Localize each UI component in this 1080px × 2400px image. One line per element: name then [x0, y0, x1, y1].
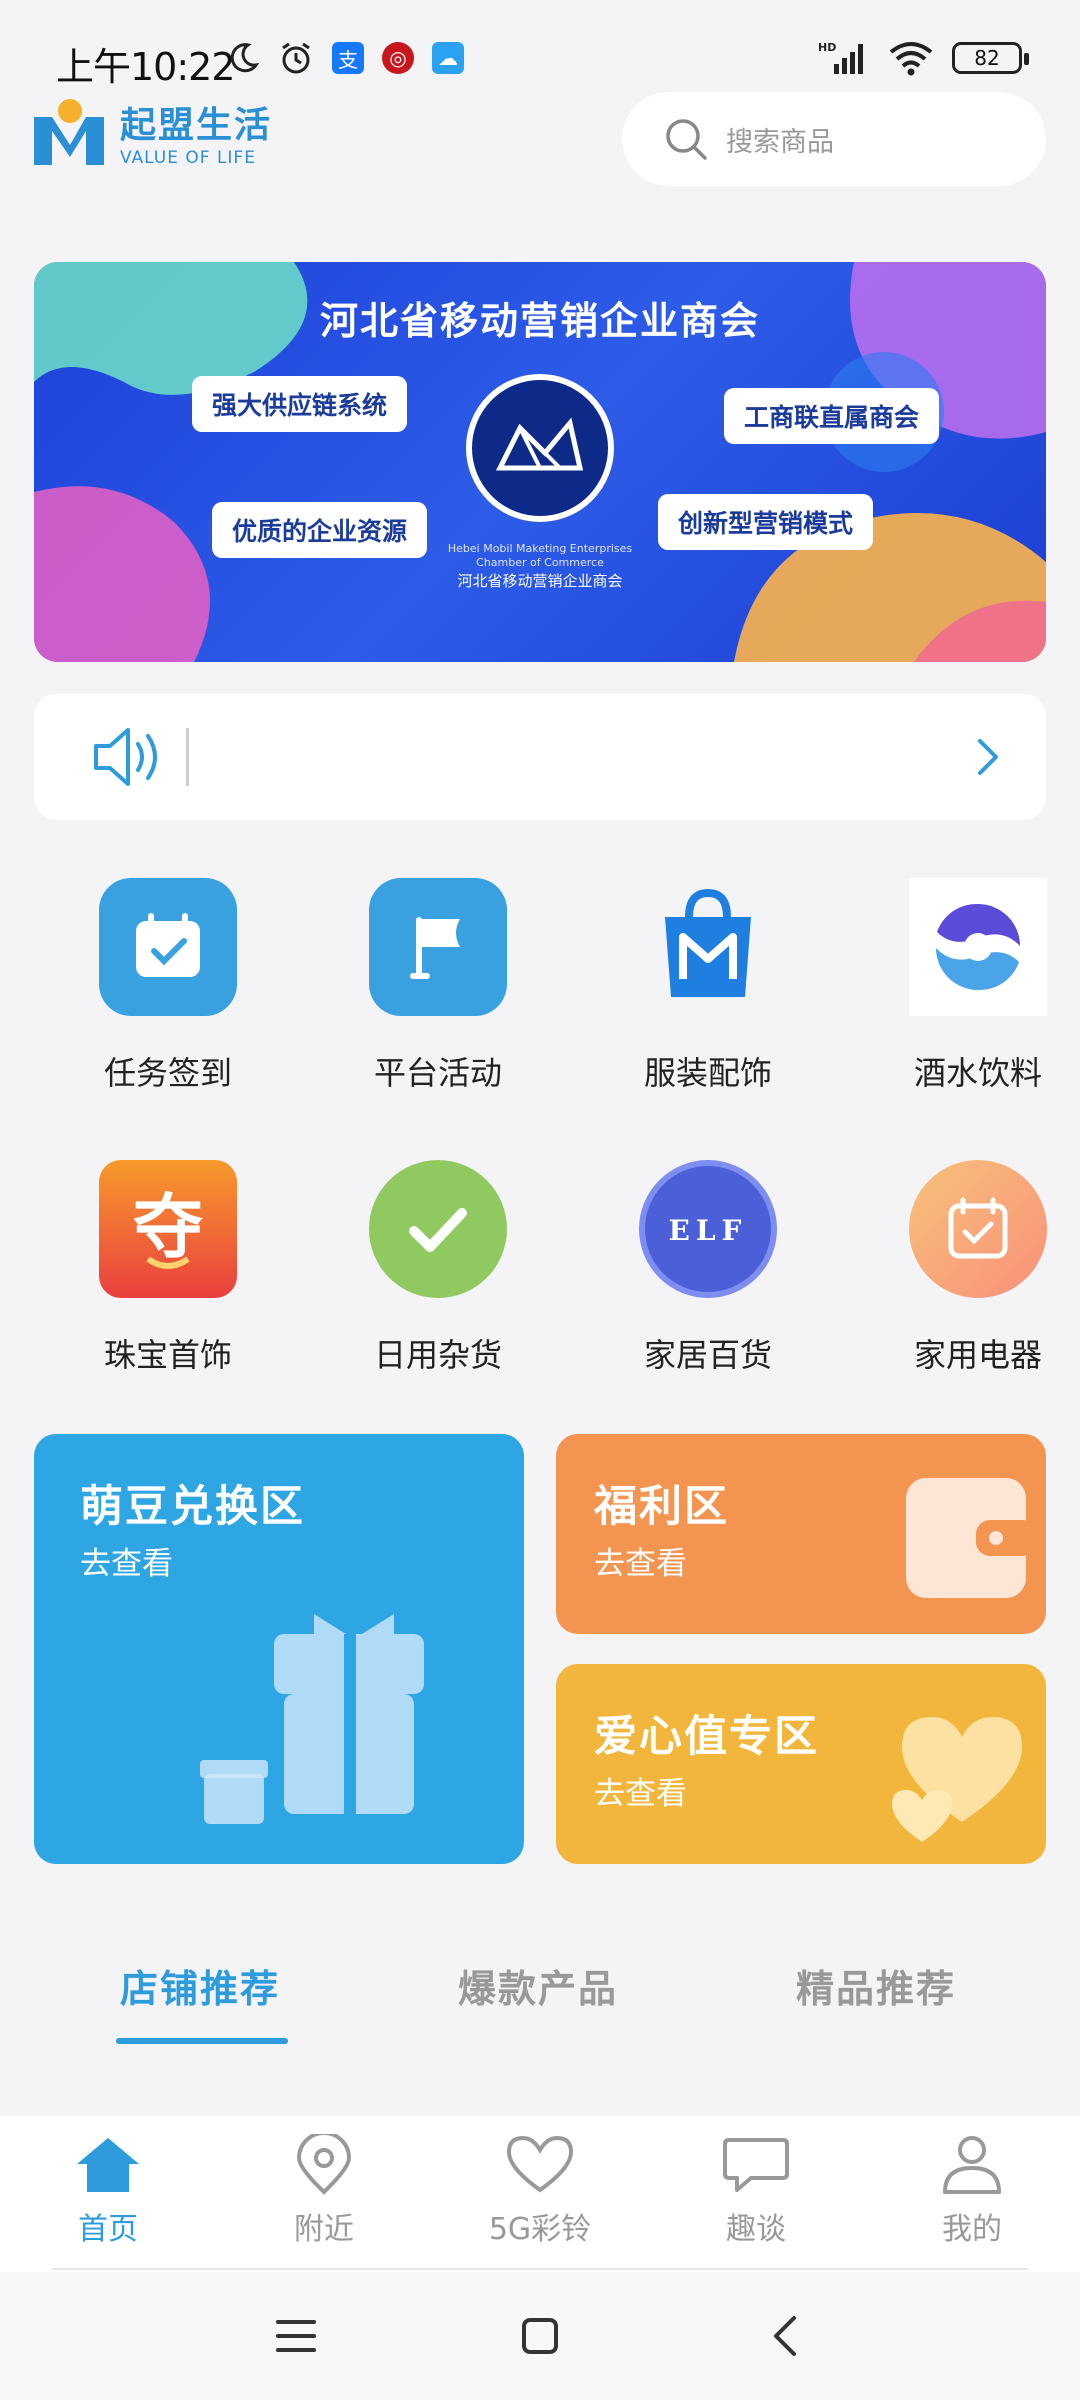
nav-profile[interactable]: 我的: [902, 2134, 1042, 2248]
category-label: 服装配饰: [643, 1054, 772, 1092]
status-bar: 上午10:22 支 ◎ ☁ HD 82: [0, 0, 1080, 90]
category-label: 珠宝首饰: [103, 1336, 232, 1374]
heart-icon: [892, 1717, 1022, 1842]
category-home-goods[interactable]: ELF 家居百货: [608, 1160, 808, 1376]
bottom-navigation: 首页 附近 5G彩铃 趣谈 我的: [0, 2116, 1080, 2272]
calendar-check-icon: [99, 878, 237, 1016]
menu-icon[interactable]: [274, 2316, 318, 2356]
category-label: 日用杂货: [373, 1336, 502, 1374]
nav-label: 附近: [294, 2212, 354, 2247]
svg-text:夺: 夺: [133, 1186, 203, 1268]
banner-pill-resources: 优质的企业资源: [212, 502, 428, 558]
announcement-bar[interactable]: [34, 694, 1046, 820]
system-navigation: [0, 2272, 1080, 2400]
banner-pill-marketing: 创新型营销模式: [658, 494, 874, 550]
back-icon[interactable]: [770, 2314, 800, 2358]
logo-subtitle: VALUE OF LIFE: [120, 148, 256, 168]
love-zone-card[interactable]: 爱心值专区 去查看: [556, 1664, 1046, 1864]
search-icon: [666, 119, 707, 160]
nav-label: 5G彩铃: [488, 2212, 592, 2247]
card-subtitle: 去查看: [594, 1546, 687, 1582]
category-checkin[interactable]: 任务签到: [68, 878, 268, 1094]
location-pin-icon: [296, 2131, 352, 2195]
notice-divider: [186, 728, 189, 786]
category-label: 酒水饮料: [913, 1054, 1042, 1092]
category-apparel[interactable]: 服装配饰: [608, 878, 808, 1094]
user-icon: [943, 2136, 1001, 2194]
calendar-icon: [909, 1160, 1047, 1298]
nav-label: 趣谈: [726, 2212, 786, 2247]
svg-text:ELF: ELF: [669, 1214, 748, 1247]
promo-banner[interactable]: 河北省移动营销企业商会 强大供应链系统 工商联直属商会 优质的企业资源 创新型营…: [34, 262, 1046, 662]
wifi-icon: [889, 42, 933, 76]
alipay-icon: 支: [332, 42, 364, 74]
category-activities[interactable]: 平台活动: [338, 878, 538, 1094]
speaker-icon: [94, 728, 157, 786]
search-bar[interactable]: 搜索商品: [622, 92, 1046, 186]
tab-hot-products[interactable]: 爆款产品: [458, 1958, 618, 2013]
home-square-icon[interactable]: [520, 2316, 560, 2356]
cloud-icon: ☁: [432, 42, 464, 74]
signal-icon: HD: [818, 41, 863, 74]
logo-mark-icon: [34, 97, 108, 167]
nav-divider: [52, 2268, 1028, 2270]
logo-title: 起盟生活: [120, 105, 273, 146]
shopping-bag-icon: [639, 878, 777, 1016]
jewelry-logo-icon: 夺: [99, 1160, 237, 1298]
status-time: 上午10:22: [56, 45, 236, 89]
chevron-right-icon[interactable]: [974, 735, 1002, 779]
category-appliances[interactable]: 家用电器: [878, 1160, 1078, 1376]
banner-emblem-cn: 河北省移动营销企业商会: [457, 572, 623, 590]
checkmark-icon: [369, 1160, 507, 1298]
category-label: 家用电器: [913, 1336, 1042, 1374]
nav-nearby[interactable]: 附近: [254, 2131, 394, 2248]
battery-indicator: 82: [952, 42, 1029, 74]
flag-icon: [369, 878, 507, 1016]
elf-logo-icon: ELF: [639, 1160, 777, 1298]
card-title: 福利区: [594, 1482, 729, 1532]
category-daily-goods[interactable]: 日用杂货: [338, 1160, 538, 1376]
active-tab-indicator: [116, 2038, 288, 2044]
chamber-emblem-icon: [466, 374, 614, 522]
category-label: 平台活动: [373, 1054, 502, 1092]
nav-chat[interactable]: 趣谈: [686, 2134, 826, 2248]
category-jewelry[interactable]: 夺 珠宝首饰: [68, 1160, 268, 1376]
tab-shop-recommend[interactable]: 店铺推荐: [120, 1958, 280, 2013]
search-placeholder: 搜索商品: [726, 126, 834, 158]
app-red-icon: ◎: [382, 42, 414, 74]
card-title: 爱心值专区: [594, 1712, 819, 1762]
category-label: 家居百货: [643, 1336, 772, 1374]
heart-icon: [506, 2135, 574, 2193]
welfare-zone-card[interactable]: 福利区 去查看: [556, 1434, 1046, 1634]
wallet-icon: [906, 1478, 1036, 1598]
card-title: 萌豆兑换区: [80, 1482, 305, 1532]
chat-bubble-icon: [723, 2138, 789, 2192]
alarm-icon: [282, 42, 310, 74]
nav-ringtone[interactable]: 5G彩铃: [470, 2134, 610, 2248]
category-beverages[interactable]: 酒水饮料: [878, 878, 1078, 1094]
banner-emblem-en: Hebei Mobil Maketing Enterprises Chamber…: [447, 542, 633, 569]
nav-label: 我的: [942, 2212, 1002, 2247]
card-subtitle: 去查看: [80, 1546, 173, 1582]
notification-icons: 支 ◎ ☁: [226, 40, 464, 76]
nav-home[interactable]: 首页: [38, 2134, 178, 2248]
swirl-logo-icon: [909, 878, 1047, 1016]
moon-icon: [230, 43, 260, 73]
card-subtitle: 去查看: [594, 1776, 687, 1812]
app-logo: 起盟生活 VALUE OF LIFE: [34, 92, 304, 172]
exchange-zone-card[interactable]: 萌豆兑换区 去查看: [34, 1434, 524, 1864]
category-label: 任务签到: [103, 1054, 232, 1092]
banner-pill-supply: 强大供应链系统: [192, 376, 408, 432]
banner-pill-federation: 工商联直属商会: [724, 388, 940, 444]
home-icon: [77, 2138, 139, 2192]
banner-title: 河北省移动营销企业商会: [319, 299, 760, 343]
tab-premium-recommend[interactable]: 精品推荐: [796, 1958, 956, 2013]
gift-icon: [200, 1614, 424, 1824]
nav-label: 首页: [78, 2212, 138, 2247]
svg-text:HD: HD: [818, 41, 836, 54]
status-right: HD 82: [818, 40, 1029, 76]
